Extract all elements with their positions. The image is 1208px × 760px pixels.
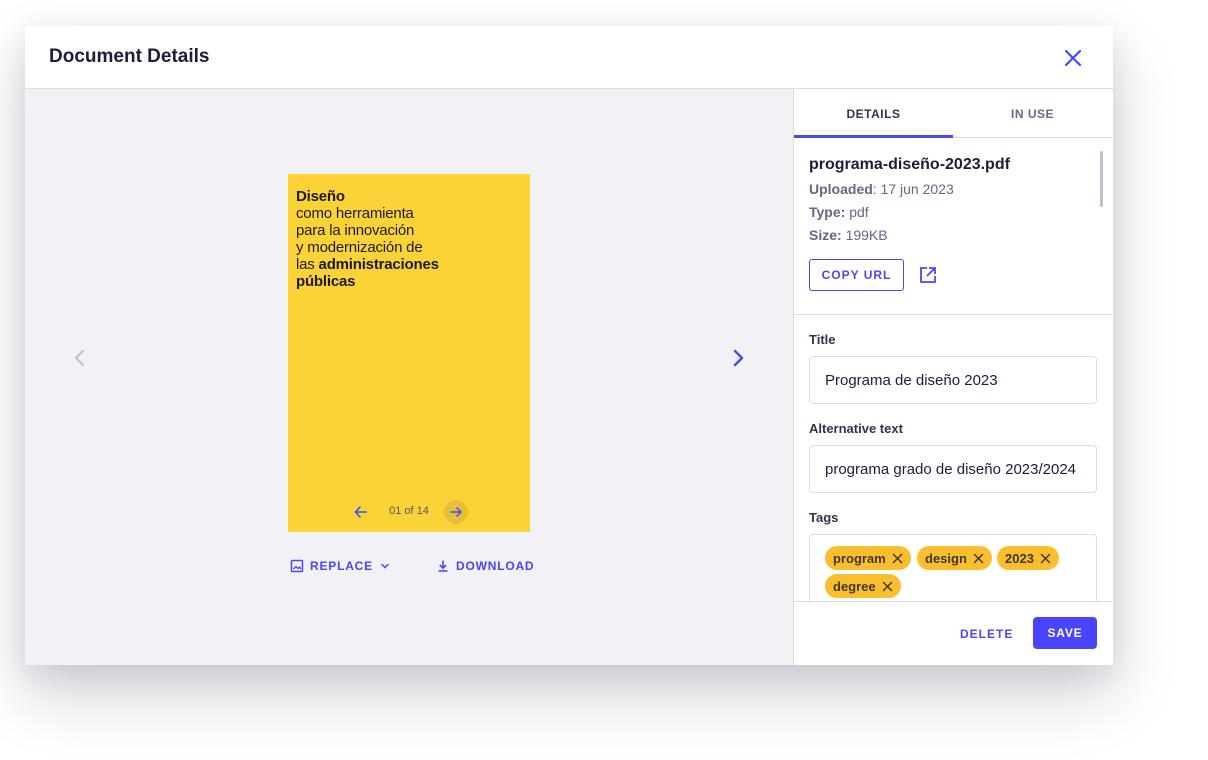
preview-actions: REPLACE DOWNLOAD bbox=[288, 559, 548, 579]
details-panel: DETAILS IN USE programa-diseño-2023.pdf … bbox=[793, 89, 1113, 665]
meta-key: Type: bbox=[809, 204, 846, 220]
cover-line: Diseño bbox=[296, 188, 345, 205]
chevron-left-icon[interactable] bbox=[68, 346, 92, 370]
arrow-right-icon[interactable] bbox=[444, 500, 468, 524]
cover-line: para la innovación bbox=[296, 222, 415, 239]
modal-header: Document Details bbox=[25, 26, 1113, 89]
chevron-right-icon[interactable] bbox=[726, 346, 750, 370]
page-counter: 01 of 14 bbox=[389, 505, 429, 517]
meta-key: Uploaded bbox=[809, 181, 873, 197]
cover-line: como herramienta bbox=[296, 205, 414, 222]
tag-label: degree bbox=[833, 578, 876, 594]
download-icon bbox=[438, 560, 448, 572]
alt-text-label: Alternative text bbox=[809, 421, 903, 436]
title-label: Title bbox=[809, 332, 836, 347]
file-info: programa-diseño-2023.pdf Uploaded: 17 ju… bbox=[809, 156, 1099, 247]
tag-chip[interactable]: program bbox=[825, 546, 911, 570]
save-button[interactable]: SAVE bbox=[1033, 617, 1097, 649]
external-link-icon[interactable] bbox=[918, 265, 938, 285]
meta-value: pdf bbox=[845, 204, 869, 220]
modal-title: Document Details bbox=[49, 46, 210, 67]
tag-chip[interactable]: degree bbox=[825, 574, 901, 598]
uploaded-meta: Uploaded: 17 jun 2023 bbox=[809, 178, 1099, 201]
page-pager: 01 of 14 bbox=[288, 500, 530, 524]
type-meta: Type: pdf bbox=[809, 201, 1099, 224]
tags-label: Tags bbox=[809, 510, 839, 525]
document-cover-text: Diseño como herramienta para la innovaci… bbox=[296, 188, 521, 290]
tag-label: design bbox=[925, 550, 967, 566]
replace-label: REPLACE bbox=[310, 559, 373, 573]
arrow-left-icon[interactable] bbox=[350, 501, 372, 523]
close-icon bbox=[973, 553, 984, 563]
cover-line: públicas bbox=[296, 273, 356, 290]
download-button[interactable]: DOWNLOAD bbox=[436, 559, 534, 573]
cover-line: administraciones bbox=[318, 256, 439, 273]
download-label: DOWNLOAD bbox=[456, 559, 535, 573]
panel-footer: DELETE SAVE bbox=[794, 601, 1113, 665]
alt-text-input[interactable] bbox=[809, 445, 1097, 493]
replace-button[interactable]: REPLACE bbox=[290, 559, 391, 573]
section-divider bbox=[794, 314, 1113, 315]
copy-url-button[interactable]: COPY URL bbox=[809, 259, 904, 291]
document-details-modal: Document Details Diseño como herramienta… bbox=[25, 26, 1113, 665]
tab-bar: DETAILS IN USE bbox=[794, 89, 1113, 138]
title-input[interactable] bbox=[809, 356, 1097, 404]
meta-value: : 17 jun 2023 bbox=[872, 181, 954, 197]
meta-value: 199KB bbox=[841, 227, 888, 243]
chevron-down-icon bbox=[381, 563, 389, 569]
close-icon[interactable] bbox=[1061, 46, 1085, 70]
file-name: programa-diseño-2023.pdf bbox=[809, 156, 1010, 173]
cover-line: las bbox=[296, 256, 315, 273]
panel-scrollbar[interactable] bbox=[1100, 151, 1103, 207]
tags-input[interactable]: program design 2023 degree bbox=[809, 534, 1097, 606]
tab-details[interactable]: DETAILS bbox=[794, 89, 953, 138]
size-meta: Size: 199KB bbox=[809, 224, 1099, 247]
cover-line: y modernización de bbox=[296, 239, 423, 256]
close-icon bbox=[1040, 553, 1051, 563]
tab-in-use[interactable]: IN USE bbox=[953, 89, 1112, 138]
tag-chip[interactable]: design bbox=[917, 546, 992, 570]
document-page-thumbnail: Diseño como herramienta para la innovaci… bbox=[288, 174, 530, 532]
document-preview-area: Diseño como herramienta para la innovaci… bbox=[25, 89, 793, 665]
tag-chip[interactable]: 2023 bbox=[997, 546, 1059, 570]
close-icon bbox=[882, 581, 892, 591]
meta-key: Size: bbox=[809, 227, 842, 243]
tag-label: 2023 bbox=[1005, 550, 1034, 566]
delete-button[interactable]: DELETE bbox=[960, 627, 1013, 641]
close-icon bbox=[892, 553, 902, 563]
tag-label: program bbox=[833, 550, 886, 566]
image-icon bbox=[290, 559, 304, 573]
